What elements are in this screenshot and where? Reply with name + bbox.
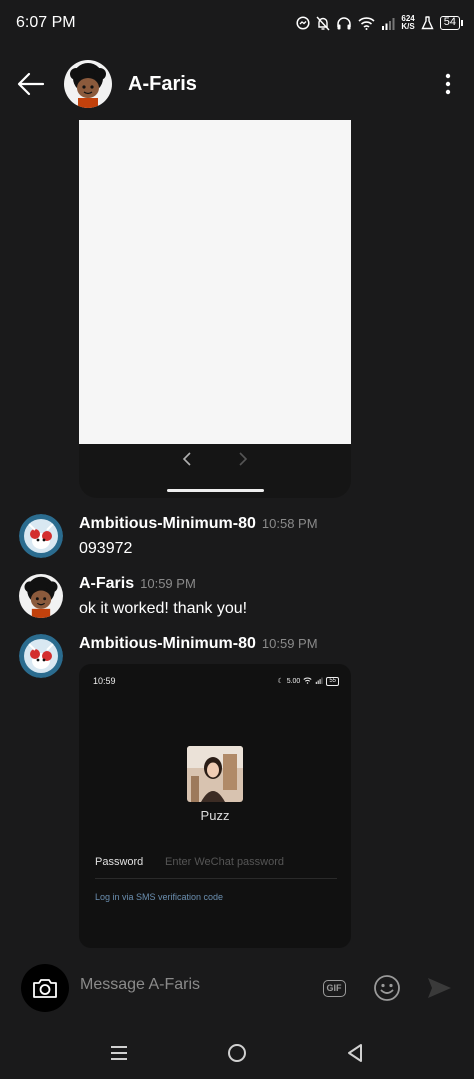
- messenger-icon: [296, 16, 310, 30]
- status-icons: 624 K/S 54: [296, 15, 464, 31]
- message-author[interactable]: Ambitious-Minimum-80: [79, 635, 256, 653]
- avatar[interactable]: [19, 634, 63, 678]
- arrow-left-icon: [17, 72, 45, 96]
- message-time: 10:59 PM: [261, 636, 318, 651]
- screenshot-password-row: Password Enter WeChat password: [95, 856, 337, 879]
- message-composer: Message A-Faris GIF: [0, 960, 474, 1016]
- menu-lines-icon: [111, 1045, 127, 1060]
- screenshot-status-bar: 10:59 ☾ 5.00 55: [79, 664, 351, 688]
- image-nav: [79, 444, 351, 478]
- image-content: [79, 120, 351, 444]
- wifi-icon: [358, 16, 375, 30]
- screenshot-image-message[interactable]: 10:59 ☾ 5.00 55 Puzz Password Enter WeCh…: [79, 664, 351, 948]
- back-button[interactable]: [0, 54, 62, 114]
- message-header: Ambitious-Minimum-80 10:59 PM: [79, 635, 318, 653]
- message-text: 093972: [79, 540, 133, 557]
- message-input[interactable]: Message A-Faris: [80, 976, 200, 994]
- screenshot-time: 10:59: [93, 676, 116, 686]
- home-button[interactable]: [217, 1033, 257, 1073]
- triangle-back-icon: [348, 1043, 362, 1062]
- avatar[interactable]: [19, 514, 63, 558]
- network-speed: 624 K/S: [401, 15, 414, 31]
- kebab-menu-icon: [445, 73, 451, 95]
- chat-title: A-Faris: [128, 72, 197, 95]
- message-item: Ambitious-Minimum-80 10:58 PM 093972: [0, 512, 474, 562]
- emoji-button[interactable]: [373, 974, 401, 1002]
- wifi-icon: [303, 677, 312, 686]
- camera-button[interactable]: [21, 964, 69, 1012]
- network-speed-unit: K/S: [401, 22, 415, 31]
- system-nav-bar: [0, 1026, 474, 1079]
- message-header: Ambitious-Minimum-80 10:58 PM: [79, 515, 318, 533]
- camera-icon: [33, 979, 57, 998]
- bell-muted-icon: [316, 16, 330, 31]
- signal-icon: [381, 17, 395, 30]
- snoo-avatar-icon: [19, 634, 63, 678]
- screenshot-status-icons: ☾ 5.00 55: [277, 676, 339, 686]
- smiley-icon: [374, 975, 400, 1001]
- screenshot-sms-link: Log in via SMS verification code: [95, 892, 224, 902]
- message-item: A-Faris 10:59 PM ok it worked! thank you…: [0, 572, 474, 622]
- message-author[interactable]: A-Faris: [79, 575, 134, 593]
- recents-button[interactable]: [99, 1033, 139, 1073]
- screenshot-password-placeholder: Enter WeChat password: [165, 856, 285, 868]
- chat-header: A-Faris: [0, 46, 474, 122]
- chevron-right-icon: [238, 451, 248, 471]
- screenshot-battery: 55: [326, 676, 339, 686]
- headphones-icon: [336, 16, 352, 30]
- profile-photo: [187, 746, 243, 802]
- message-header: A-Faris 10:59 PM: [79, 575, 196, 593]
- status-time: 6:07 PM: [16, 14, 76, 31]
- flask-icon: [421, 16, 434, 30]
- signal-icon: [315, 677, 323, 686]
- gif-icon: GIF: [322, 979, 346, 997]
- screenshot-username: Puzz: [200, 808, 230, 823]
- avatar[interactable]: [19, 574, 63, 618]
- message-text: ok it worked! thank you!: [79, 600, 248, 617]
- message-item: Ambitious-Minimum-80 10:59 PM: [0, 632, 474, 678]
- send-button[interactable]: [425, 974, 453, 1002]
- message-author[interactable]: Ambitious-Minimum-80: [79, 515, 256, 533]
- afro-avatar-icon: [19, 574, 63, 618]
- message-time: 10:58 PM: [261, 516, 318, 531]
- system-back-button[interactable]: [335, 1033, 375, 1073]
- snoo-avatar-icon: [19, 514, 63, 558]
- home-indicator: [167, 489, 264, 492]
- moon-icon: ☾: [277, 678, 284, 685]
- more-options-button[interactable]: [422, 54, 474, 114]
- afro-avatar-icon: [64, 60, 112, 108]
- battery-indicator: 54: [439, 16, 464, 30]
- status-bar: 6:07 PM 624 K/S 54: [0, 0, 474, 46]
- send-icon: [428, 978, 451, 998]
- avatar[interactable]: [64, 60, 112, 108]
- message-time: 10:59 PM: [140, 576, 196, 591]
- image-message[interactable]: [79, 120, 351, 498]
- home-circle-icon: [228, 1043, 246, 1062]
- chevron-left-icon: [182, 451, 192, 471]
- gif-button[interactable]: GIF: [320, 974, 348, 1002]
- screenshot-net-speed: 5.00: [286, 677, 301, 685]
- screenshot-password-label: Password: [95, 856, 144, 868]
